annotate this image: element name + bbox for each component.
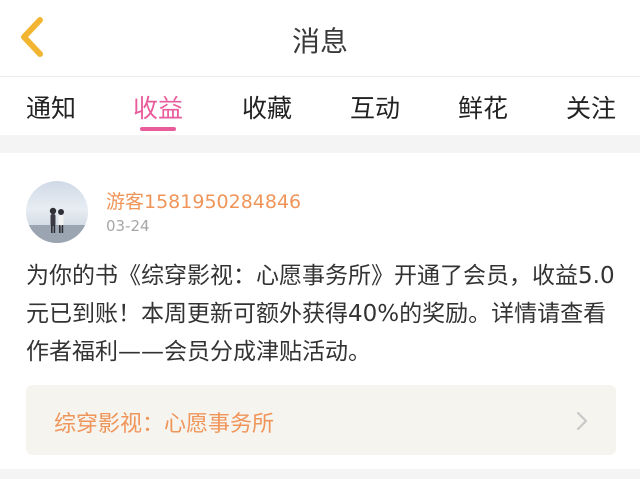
- tab-flowers[interactable]: 鲜花: [443, 89, 523, 125]
- tab-favorites[interactable]: 收藏: [227, 89, 307, 125]
- chevron-right-icon: [576, 411, 588, 431]
- bottom-gap: [0, 469, 640, 479]
- tab-bar: 通知 收益 收藏 互动 鲜花 关注: [0, 77, 640, 135]
- header-bar: 消息: [0, 0, 640, 76]
- tab-earnings[interactable]: 收益: [118, 89, 198, 125]
- tab-following[interactable]: 关注: [551, 89, 631, 125]
- message-text: 为你的书《综穿影视：心愿事务所》开通了会员，收益5.0元已到账！本周更新可额外获…: [26, 263, 615, 365]
- section-gap: [0, 135, 640, 153]
- avatar[interactable]: [26, 181, 88, 243]
- book-title: 综穿影视：心愿事务所: [54, 412, 275, 437]
- message-date: 03-24: [106, 217, 150, 235]
- active-tab-indicator: [140, 127, 176, 131]
- avatar-image: [26, 207, 88, 243]
- book-link[interactable]: 综穿影视：心愿事务所: [26, 385, 616, 455]
- message-card: 游客1581950284846 03-24 为你的书《综穿影视：心愿事务所》开通…: [0, 153, 640, 469]
- page-title: 消息: [291, 25, 348, 58]
- message-username[interactable]: 游客1581950284846: [106, 187, 301, 214]
- tab-interactions[interactable]: 互动: [335, 89, 415, 125]
- tab-notifications[interactable]: 通知: [11, 89, 91, 125]
